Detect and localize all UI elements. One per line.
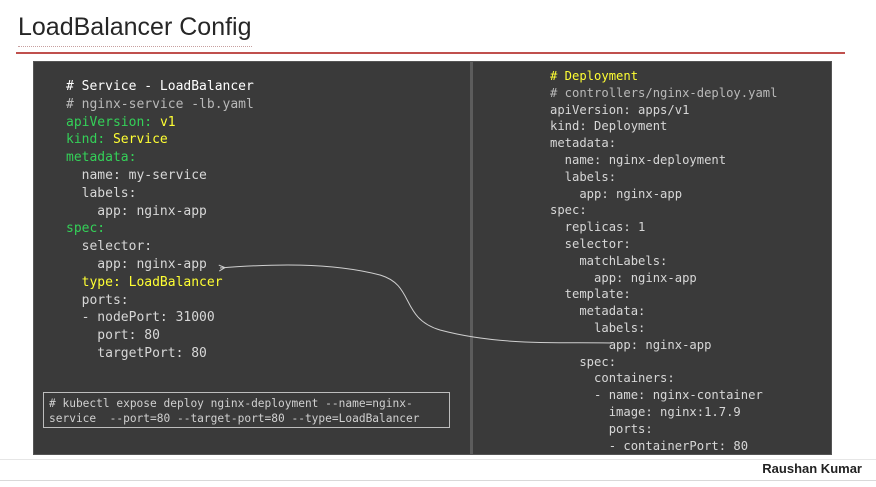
kubectl-command-box: # kubectl expose deploy nginx-deployment… xyxy=(43,392,450,428)
deployment-line: apiVersion: apps/v1 xyxy=(550,102,690,117)
deployment-line: metadata: xyxy=(550,304,646,319)
deployment-line: kind: Deployment xyxy=(550,119,668,134)
service-yaml: # Service - LoadBalancer # nginx-service … xyxy=(66,78,254,363)
service-type-line: type: LoadBalancer xyxy=(66,274,223,290)
deployment-line: containers: xyxy=(550,371,675,386)
title-underline xyxy=(16,52,845,54)
bottom-rule xyxy=(0,480,876,481)
deployment-line: template: xyxy=(550,287,631,302)
service-ports-line: ports: xyxy=(66,292,129,308)
service-metadata-key: metadata: xyxy=(66,150,137,166)
kind-key: kind xyxy=(66,132,98,148)
service-labels-line: labels: xyxy=(66,185,137,201)
command-line-2: service --port=80 --target-port=80 --typ… xyxy=(49,412,420,425)
deployment-line: replicas: 1 xyxy=(550,220,646,235)
deployment-line: - containerPort: 80 xyxy=(550,438,749,453)
deployment-line: app: nginx-app xyxy=(550,270,697,285)
service-targetport-line: targetPort: 80 xyxy=(66,345,207,361)
service-filename-comment: # nginx-service -lb.yaml xyxy=(66,96,254,112)
deployment-line: labels: xyxy=(550,320,646,335)
deployment-line: name: nginx-deployment xyxy=(550,152,727,167)
deployment-line: - name: nginx-container xyxy=(550,388,763,403)
deployment-line: matchLabels: xyxy=(550,253,668,268)
deployment-line: labels: xyxy=(550,169,617,184)
api-version-value: v1 xyxy=(159,114,176,130)
deployment-line: selector: xyxy=(550,236,631,251)
service-selector-app-line: app: nginx-app xyxy=(66,256,207,272)
service-spec-key: spec: xyxy=(66,221,106,237)
page-title: LoadBalancer Config xyxy=(18,8,252,47)
deployment-line: # controllers/nginx-deploy.yaml xyxy=(550,85,778,100)
deployment-template-app-label: app: nginx-app xyxy=(550,337,712,352)
api-version-key: apiVersion xyxy=(66,114,145,130)
footer-rule xyxy=(0,459,876,460)
service-port-line: port: 80 xyxy=(66,328,160,344)
deployment-line: # Deployment xyxy=(550,69,639,83)
service-name-line: name: my-service xyxy=(66,167,207,183)
deployment-line: spec: xyxy=(550,203,587,218)
deployment-line: spec: xyxy=(550,354,617,369)
service-api-version-line: apiVersion: v1 xyxy=(66,114,176,130)
deployment-line: image: nginx:1.7.9 xyxy=(550,404,741,419)
service-selector-line: selector: xyxy=(66,239,153,255)
kind-value: Service xyxy=(112,132,168,148)
deployment-line: ports: xyxy=(550,421,653,436)
deployment-line: app: nginx-app xyxy=(550,186,683,201)
service-header-comment: # Service - LoadBalancer xyxy=(66,79,254,94)
service-app-label-line: app: nginx-app xyxy=(66,203,207,219)
service-nodeport-line: - nodePort: 31000 xyxy=(66,310,215,326)
service-kind-line: kind: Service xyxy=(66,132,168,148)
deployment-line: metadata: xyxy=(550,136,617,151)
panel-divider xyxy=(470,62,473,454)
deployment-yaml: # Deployment # controllers/nginx-deploy.y… xyxy=(550,68,777,454)
author-credit: Raushan Kumar xyxy=(762,461,862,476)
command-line-1: # kubectl expose deploy nginx-deployment… xyxy=(49,397,413,410)
